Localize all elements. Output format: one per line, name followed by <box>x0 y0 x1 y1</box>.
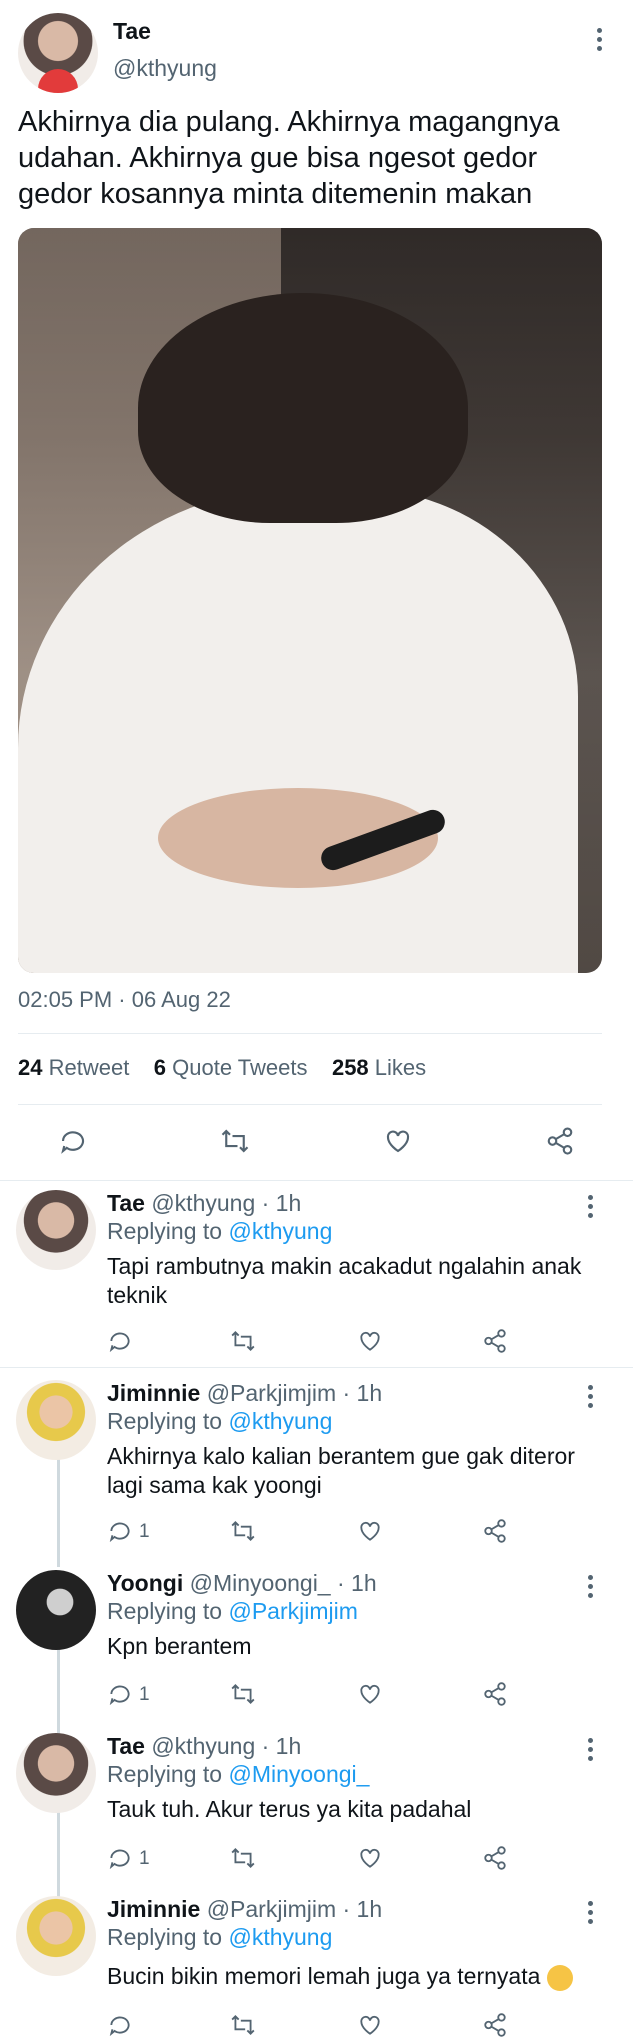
replying-to-link[interactable]: @Minyoongi_ <box>228 1761 369 1787</box>
divider <box>18 1033 602 1034</box>
reply-icon[interactable] <box>107 1845 133 1871</box>
reply-header[interactable]: Tae @kthyung · 1h <box>107 1190 301 1217</box>
reply-header[interactable]: Jiminnie @Parkjimjim · 1h <box>107 1896 382 1923</box>
share-icon[interactable] <box>482 1518 508 1544</box>
divider <box>18 1104 602 1105</box>
thread-line <box>57 1647 60 1735</box>
replying-to-link[interactable]: @Parkjimjim <box>228 1598 357 1624</box>
heart-icon[interactable] <box>383 1126 413 1156</box>
reply-text: Tauk tuh. Akur terus ya kita padahal <box>107 1796 472 1822</box>
reply-avatar[interactable] <box>16 1190 96 1270</box>
likes-stat[interactable]: 258 Likes <box>332 1055 426 1080</box>
reply-icon[interactable] <box>107 1328 133 1354</box>
retweet-icon[interactable] <box>230 1681 256 1707</box>
author-handle[interactable]: @kthyung <box>113 55 217 82</box>
author-avatar[interactable] <box>18 13 98 93</box>
share-icon[interactable] <box>482 1328 508 1354</box>
reply-header[interactable]: Tae @kthyung · 1h <box>107 1733 301 1760</box>
tweet-timestamp[interactable]: 02:05 PM · 06 Aug 22 <box>18 987 231 1013</box>
reply-avatar[interactable] <box>16 1570 96 1650</box>
retweet-stat[interactable]: 24 Retweet <box>18 1055 129 1080</box>
replying-to: Replying to @kthyung <box>107 1408 333 1434</box>
reply-icon[interactable] <box>107 2012 133 2038</box>
replying-to-link[interactable]: @kthyung <box>228 1218 332 1244</box>
author-name[interactable]: Tae <box>113 18 151 45</box>
share-icon[interactable] <box>482 1845 508 1871</box>
reply-avatar[interactable] <box>16 1896 96 1976</box>
quote-stat[interactable]: 6 Quote Tweets <box>154 1055 308 1080</box>
more-options-icon[interactable] <box>597 28 603 55</box>
reply-header[interactable]: Yoongi @Minyoongi_ · 1h <box>107 1570 377 1597</box>
replying-to: Replying to @Parkjimjim <box>107 1598 358 1624</box>
tweet-stats: 24 Retweet 6 Quote Tweets 258 Likes <box>18 1055 426 1081</box>
reply-text-row: Bucin bikin memori lemah juga ya ternyat… <box>107 1962 597 1991</box>
reply-icon[interactable] <box>107 1518 133 1544</box>
thinking-face-emoji <box>546 1964 573 1991</box>
retweet-icon[interactable] <box>230 2012 256 2038</box>
heart-icon[interactable] <box>357 1518 383 1544</box>
reply-count: 1 <box>139 1521 150 1542</box>
reply-text: Bucin bikin memori lemah juga ya ternyat… <box>107 1963 541 1989</box>
retweet-icon[interactable] <box>230 1518 256 1544</box>
more-options-icon[interactable] <box>588 1195 594 1222</box>
divider <box>0 1367 633 1368</box>
retweet-icon[interactable] <box>220 1126 250 1156</box>
share-icon[interactable] <box>545 1126 575 1156</box>
reply-icon[interactable] <box>58 1126 88 1156</box>
reply-text: Akhirnya kalo kalian berantem gue gak di… <box>107 1443 575 1498</box>
replying-to-link[interactable]: @kthyung <box>228 1924 332 1950</box>
replying-to: Replying to @kthyung <box>107 1218 333 1244</box>
replying-to-link[interactable]: @kthyung <box>228 1408 332 1434</box>
more-options-icon[interactable] <box>588 1901 594 1928</box>
reply-text: Kpn berantem <box>107 1633 252 1659</box>
reply-count: 1 <box>139 1684 150 1705</box>
heart-icon[interactable] <box>357 1845 383 1871</box>
thread-line <box>57 1810 60 1898</box>
heart-icon[interactable] <box>357 1681 383 1707</box>
more-options-icon[interactable] <box>588 1575 594 1602</box>
tweet-image[interactable] <box>18 228 602 973</box>
reply-text: Tapi rambutnya makin acakadut ngalahin a… <box>107 1253 582 1308</box>
divider <box>0 1180 633 1181</box>
retweet-icon[interactable] <box>230 1328 256 1354</box>
more-options-icon[interactable] <box>588 1385 594 1412</box>
reply-header[interactable]: Jiminnie @Parkjimjim · 1h <box>107 1380 382 1407</box>
replying-to: Replying to @kthyung <box>107 1924 333 1950</box>
share-icon[interactable] <box>482 2012 508 2038</box>
reply-count: 1 <box>139 1848 150 1869</box>
share-icon[interactable] <box>482 1681 508 1707</box>
heart-icon[interactable] <box>357 2012 383 2038</box>
reply-avatar[interactable] <box>16 1380 96 1460</box>
more-options-icon[interactable] <box>588 1738 594 1765</box>
reply-icon[interactable] <box>107 1681 133 1707</box>
tweet-text: Akhirnya dia pulang. Akhirnya magangnya … <box>18 106 560 210</box>
reply-avatar[interactable] <box>16 1733 96 1813</box>
replying-to: Replying to @Minyoongi_ <box>107 1761 370 1787</box>
heart-icon[interactable] <box>357 1328 383 1354</box>
retweet-icon[interactable] <box>230 1845 256 1871</box>
